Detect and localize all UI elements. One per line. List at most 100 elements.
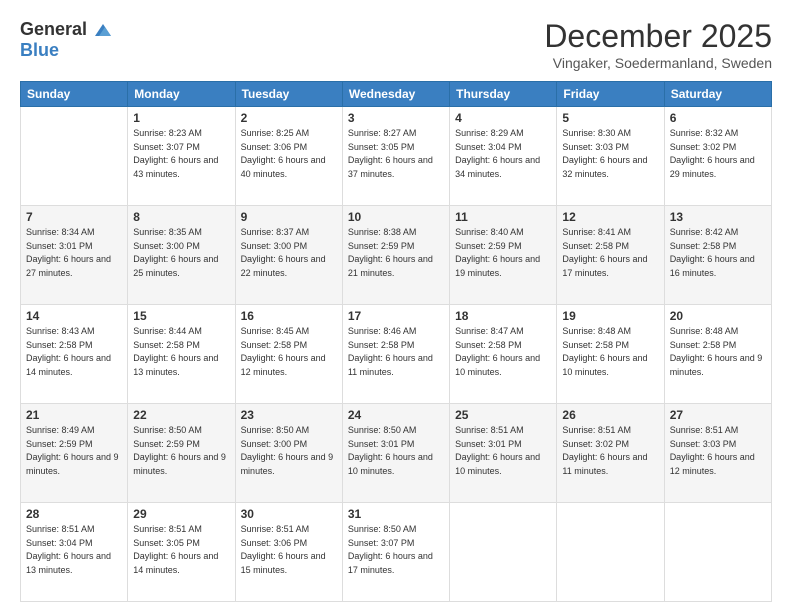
- logo-blue-text: Blue: [20, 40, 59, 61]
- day-info: Sunrise: 8:43 AM Sunset: 2:58 PM Dayligh…: [26, 325, 122, 379]
- calendar-week-row: 28 Sunrise: 8:51 AM Sunset: 3:04 PM Dayl…: [21, 503, 772, 602]
- day-number: 19: [562, 309, 658, 323]
- title-block: December 2025 Vingaker, Soedermanland, S…: [544, 18, 772, 71]
- day-number: 14: [26, 309, 122, 323]
- logo-general-text: General: [20, 19, 87, 40]
- subtitle: Vingaker, Soedermanland, Sweden: [544, 55, 772, 71]
- day-info: Sunrise: 8:23 AM Sunset: 3:07 PM Dayligh…: [133, 127, 229, 181]
- day-number: 11: [455, 210, 551, 224]
- table-row: 10 Sunrise: 8:38 AM Sunset: 2:59 PM Dayl…: [342, 206, 449, 305]
- day-info: Sunrise: 8:50 AM Sunset: 3:07 PM Dayligh…: [348, 523, 444, 577]
- day-info: Sunrise: 8:30 AM Sunset: 3:03 PM Dayligh…: [562, 127, 658, 181]
- day-info: Sunrise: 8:37 AM Sunset: 3:00 PM Dayligh…: [241, 226, 337, 280]
- page: General Blue December 2025 Vingaker, Soe…: [0, 0, 792, 612]
- table-row: 4 Sunrise: 8:29 AM Sunset: 3:04 PM Dayli…: [450, 107, 557, 206]
- day-number: 31: [348, 507, 444, 521]
- day-number: 22: [133, 408, 229, 422]
- day-number: 13: [670, 210, 766, 224]
- col-thursday: Thursday: [450, 82, 557, 107]
- table-row: 8 Sunrise: 8:35 AM Sunset: 3:00 PM Dayli…: [128, 206, 235, 305]
- calendar-week-row: 21 Sunrise: 8:49 AM Sunset: 2:59 PM Dayl…: [21, 404, 772, 503]
- day-info: Sunrise: 8:49 AM Sunset: 2:59 PM Dayligh…: [26, 424, 122, 478]
- day-info: Sunrise: 8:42 AM Sunset: 2:58 PM Dayligh…: [670, 226, 766, 280]
- table-row: 22 Sunrise: 8:50 AM Sunset: 2:59 PM Dayl…: [128, 404, 235, 503]
- day-info: Sunrise: 8:51 AM Sunset: 3:04 PM Dayligh…: [26, 523, 122, 577]
- col-monday: Monday: [128, 82, 235, 107]
- day-info: Sunrise: 8:34 AM Sunset: 3:01 PM Dayligh…: [26, 226, 122, 280]
- day-info: Sunrise: 8:25 AM Sunset: 3:06 PM Dayligh…: [241, 127, 337, 181]
- day-info: Sunrise: 8:46 AM Sunset: 2:58 PM Dayligh…: [348, 325, 444, 379]
- table-row: 2 Sunrise: 8:25 AM Sunset: 3:06 PM Dayli…: [235, 107, 342, 206]
- table-row: 5 Sunrise: 8:30 AM Sunset: 3:03 PM Dayli…: [557, 107, 664, 206]
- day-number: 21: [26, 408, 122, 422]
- day-info: Sunrise: 8:50 AM Sunset: 3:00 PM Dayligh…: [241, 424, 337, 478]
- table-row: 21 Sunrise: 8:49 AM Sunset: 2:59 PM Dayl…: [21, 404, 128, 503]
- table-row: 27 Sunrise: 8:51 AM Sunset: 3:03 PM Dayl…: [664, 404, 771, 503]
- table-row: 24 Sunrise: 8:50 AM Sunset: 3:01 PM Dayl…: [342, 404, 449, 503]
- day-number: 23: [241, 408, 337, 422]
- day-number: 7: [26, 210, 122, 224]
- calendar-header-row: Sunday Monday Tuesday Wednesday Thursday…: [21, 82, 772, 107]
- month-title: December 2025: [544, 18, 772, 55]
- day-info: Sunrise: 8:51 AM Sunset: 3:03 PM Dayligh…: [670, 424, 766, 478]
- table-row: 13 Sunrise: 8:42 AM Sunset: 2:58 PM Dayl…: [664, 206, 771, 305]
- table-row: 25 Sunrise: 8:51 AM Sunset: 3:01 PM Dayl…: [450, 404, 557, 503]
- col-friday: Friday: [557, 82, 664, 107]
- table-row: 28 Sunrise: 8:51 AM Sunset: 3:04 PM Dayl…: [21, 503, 128, 602]
- day-number: 5: [562, 111, 658, 125]
- logo-icon: [89, 18, 111, 40]
- calendar-week-row: 14 Sunrise: 8:43 AM Sunset: 2:58 PM Dayl…: [21, 305, 772, 404]
- day-number: 16: [241, 309, 337, 323]
- table-row: 1 Sunrise: 8:23 AM Sunset: 3:07 PM Dayli…: [128, 107, 235, 206]
- table-row: 3 Sunrise: 8:27 AM Sunset: 3:05 PM Dayli…: [342, 107, 449, 206]
- day-info: Sunrise: 8:48 AM Sunset: 2:58 PM Dayligh…: [670, 325, 766, 379]
- day-number: 1: [133, 111, 229, 125]
- day-info: Sunrise: 8:35 AM Sunset: 3:00 PM Dayligh…: [133, 226, 229, 280]
- day-number: 10: [348, 210, 444, 224]
- day-number: 15: [133, 309, 229, 323]
- table-row: 12 Sunrise: 8:41 AM Sunset: 2:58 PM Dayl…: [557, 206, 664, 305]
- calendar-week-row: 7 Sunrise: 8:34 AM Sunset: 3:01 PM Dayli…: [21, 206, 772, 305]
- day-info: Sunrise: 8:32 AM Sunset: 3:02 PM Dayligh…: [670, 127, 766, 181]
- day-number: 24: [348, 408, 444, 422]
- day-info: Sunrise: 8:50 AM Sunset: 2:59 PM Dayligh…: [133, 424, 229, 478]
- day-number: 3: [348, 111, 444, 125]
- table-row: 7 Sunrise: 8:34 AM Sunset: 3:01 PM Dayli…: [21, 206, 128, 305]
- day-info: Sunrise: 8:41 AM Sunset: 2:58 PM Dayligh…: [562, 226, 658, 280]
- day-info: Sunrise: 8:47 AM Sunset: 2:58 PM Dayligh…: [455, 325, 551, 379]
- table-row: 20 Sunrise: 8:48 AM Sunset: 2:58 PM Dayl…: [664, 305, 771, 404]
- day-number: 28: [26, 507, 122, 521]
- day-info: Sunrise: 8:29 AM Sunset: 3:04 PM Dayligh…: [455, 127, 551, 181]
- day-number: 27: [670, 408, 766, 422]
- day-number: 2: [241, 111, 337, 125]
- table-row: 17 Sunrise: 8:46 AM Sunset: 2:58 PM Dayl…: [342, 305, 449, 404]
- day-number: 6: [670, 111, 766, 125]
- day-number: 18: [455, 309, 551, 323]
- table-row: 30 Sunrise: 8:51 AM Sunset: 3:06 PM Dayl…: [235, 503, 342, 602]
- day-number: 26: [562, 408, 658, 422]
- col-tuesday: Tuesday: [235, 82, 342, 107]
- table-row: 23 Sunrise: 8:50 AM Sunset: 3:00 PM Dayl…: [235, 404, 342, 503]
- col-wednesday: Wednesday: [342, 82, 449, 107]
- day-number: 8: [133, 210, 229, 224]
- day-number: 25: [455, 408, 551, 422]
- col-sunday: Sunday: [21, 82, 128, 107]
- table-row: 6 Sunrise: 8:32 AM Sunset: 3:02 PM Dayli…: [664, 107, 771, 206]
- day-info: Sunrise: 8:45 AM Sunset: 2:58 PM Dayligh…: [241, 325, 337, 379]
- table-row: 18 Sunrise: 8:47 AM Sunset: 2:58 PM Dayl…: [450, 305, 557, 404]
- day-number: 17: [348, 309, 444, 323]
- day-info: Sunrise: 8:51 AM Sunset: 3:02 PM Dayligh…: [562, 424, 658, 478]
- day-info: Sunrise: 8:40 AM Sunset: 2:59 PM Dayligh…: [455, 226, 551, 280]
- table-row: 19 Sunrise: 8:48 AM Sunset: 2:58 PM Dayl…: [557, 305, 664, 404]
- table-row: 14 Sunrise: 8:43 AM Sunset: 2:58 PM Dayl…: [21, 305, 128, 404]
- day-number: 20: [670, 309, 766, 323]
- day-number: 29: [133, 507, 229, 521]
- calendar-week-row: 1 Sunrise: 8:23 AM Sunset: 3:07 PM Dayli…: [21, 107, 772, 206]
- table-row: 11 Sunrise: 8:40 AM Sunset: 2:59 PM Dayl…: [450, 206, 557, 305]
- header: General Blue December 2025 Vingaker, Soe…: [20, 18, 772, 71]
- table-row: 29 Sunrise: 8:51 AM Sunset: 3:05 PM Dayl…: [128, 503, 235, 602]
- table-row: [21, 107, 128, 206]
- table-row: [664, 503, 771, 602]
- day-info: Sunrise: 8:44 AM Sunset: 2:58 PM Dayligh…: [133, 325, 229, 379]
- table-row: 15 Sunrise: 8:44 AM Sunset: 2:58 PM Dayl…: [128, 305, 235, 404]
